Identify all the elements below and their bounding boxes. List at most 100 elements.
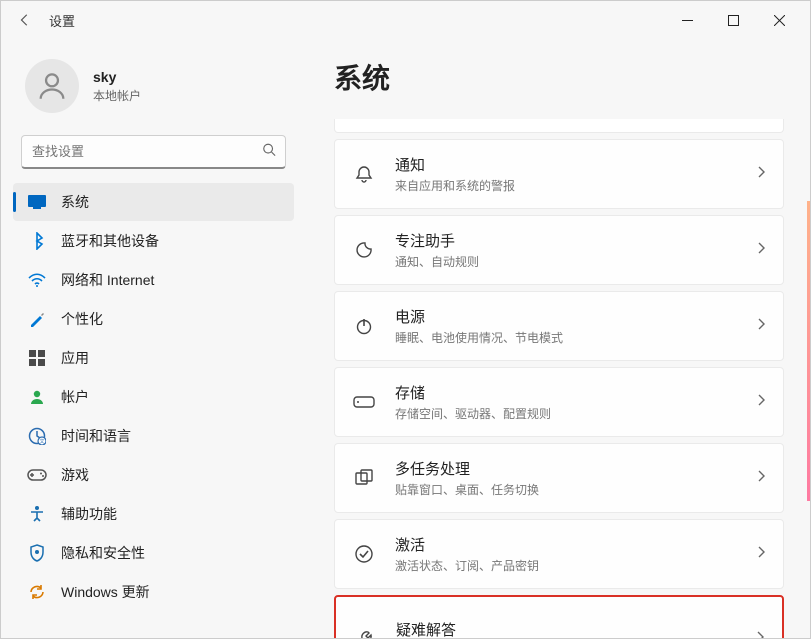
sidebar-item-label: 应用 [61,348,89,368]
gaming-icon [27,465,47,485]
card-title: 电源 [395,306,757,327]
chevron-right-icon [757,241,765,259]
card-title: 存储 [395,382,757,403]
sidebar-item-gaming[interactable]: 游戏 [13,456,294,494]
sidebar-item-label: 时间和语言 [61,426,131,446]
privacy-icon [27,543,47,563]
minimize-icon [682,15,693,26]
card-text: 电源睡眠、电池使用情况、节电模式 [395,306,757,346]
card-subtitle: 存储空间、驱动器、配置规则 [395,405,757,422]
user-text: sky 本地帐户 [93,69,141,104]
bluetooth-icon [27,231,47,251]
content-area: sky 本地帐户 系统蓝牙和其他设备网络和 Internet 个性化应用帐户文 时间… [1,39,810,638]
personalization-icon [27,309,47,329]
card-title: 多任务处理 [395,458,757,479]
settings-card-focus[interactable]: 专注助手通知、自动规则 [334,215,784,285]
card-text: 疑难解答建议的疑难解答、首选项和历史记录 [396,619,756,638]
sidebar-item-system[interactable]: 系统 [13,183,294,221]
window-controls [664,4,802,36]
user-name: sky [93,69,141,85]
settings-card-storage[interactable]: 存储存储空间、驱动器、配置规则 [334,367,784,437]
sidebar-item-label: 辅助功能 [61,504,117,524]
update-icon [27,582,47,602]
maximize-button[interactable] [710,4,756,36]
card-title: 疑难解答 [396,619,756,638]
sidebar-item-apps[interactable]: 应用 [13,339,294,377]
main-panel: 系统 通知来自应用和系统的警报专注助手通知、自动规则电源睡眠、电池使用情况、节电… [306,39,810,638]
time-icon: 文 [27,426,47,446]
search-wrap [21,135,286,169]
card-subtitle: 激活状态、订阅、产品密钥 [395,557,757,574]
nav-list: 系统蓝牙和其他设备网络和 Internet 个性化应用帐户文 时间和语言游戏辅助功能… [1,183,306,611]
card-text: 专注助手通知、自动规则 [395,230,757,270]
avatar [25,59,79,113]
settings-card-power[interactable]: 电源睡眠、电池使用情况、节电模式 [334,291,784,361]
user-sub: 本地帐户 [93,87,141,104]
settings-window: 设置 sky 本地帐户 [0,0,811,639]
sidebar-item-bluetooth[interactable]: 蓝牙和其他设备 [13,222,294,260]
sidebar-item-label: 蓝牙和其他设备 [61,231,159,251]
accessibility-icon [27,504,47,524]
sidebar-item-network[interactable]: 网络和 Internet [13,261,294,299]
sidebar-item-label: 网络和 Internet [61,270,154,290]
card-text: 激活激活状态、订阅、产品密钥 [395,534,757,574]
settings-card-troubleshoot[interactable]: 疑难解答建议的疑难解答、首选项和历史记录 [334,595,784,638]
power-icon [353,315,375,337]
chevron-right-icon [757,393,765,411]
sidebar-item-accounts[interactable]: 帐户 [13,378,294,416]
titlebar: 设置 [1,1,810,39]
search-icon [262,143,276,162]
card-title: 激活 [395,534,757,555]
sidebar-item-personalization[interactable]: 个性化 [13,300,294,338]
edge-accent [807,201,810,501]
sidebar-item-label: 帐户 [61,387,89,407]
card-title: 通知 [395,154,757,175]
sidebar-item-label: 隐私和安全性 [61,543,145,563]
apps-icon [27,348,47,368]
minimize-button[interactable] [664,4,710,36]
sidebar-item-accessibility[interactable]: 辅助功能 [13,495,294,533]
card-title: 专注助手 [395,230,757,251]
search-input[interactable] [21,135,286,169]
settings-card-activation[interactable]: 激活激活状态、订阅、产品密钥 [334,519,784,589]
app-title: 设置 [49,11,75,30]
notifications-icon [353,163,375,185]
chevron-right-icon [756,630,764,638]
chevron-right-icon [757,317,765,335]
sidebar-item-update[interactable]: Windows 更新 [13,573,294,611]
focus-icon [353,239,375,261]
card-text: 通知来自应用和系统的警报 [395,154,757,194]
settings-card-notifications[interactable]: 通知来自应用和系统的警报 [334,139,784,209]
close-button[interactable] [756,4,802,36]
back-button[interactable] [9,4,41,36]
sidebar-item-privacy[interactable]: 隐私和安全性 [13,534,294,572]
sidebar: sky 本地帐户 系统蓝牙和其他设备网络和 Internet 个性化应用帐户文 时间… [1,39,306,638]
card-text: 多任务处理贴靠窗口、桌面、任务切换 [395,458,757,498]
system-icon [27,192,47,212]
card-text: 存储存储空间、驱动器、配置规则 [395,382,757,422]
chevron-right-icon [757,469,765,487]
sidebar-item-time[interactable]: 文 时间和语言 [13,417,294,455]
storage-icon [353,391,375,413]
svg-text:文: 文 [39,438,44,445]
partial-card-top[interactable] [334,119,784,133]
card-subtitle: 贴靠窗口、桌面、任务切换 [395,481,757,498]
card-subtitle: 通知、自动规则 [395,253,757,270]
sidebar-item-label: 游戏 [61,465,89,485]
sidebar-item-label: 个性化 [61,309,103,329]
troubleshoot-icon [354,628,376,638]
chevron-right-icon [757,165,765,183]
card-subtitle: 睡眠、电池使用情况、节电模式 [395,329,757,346]
card-subtitle: 来自应用和系统的警报 [395,177,757,194]
close-icon [774,15,785,26]
activation-icon [353,543,375,565]
multitask-icon [353,467,375,489]
user-icon [35,69,69,103]
user-block[interactable]: sky 本地帐户 [1,47,306,131]
accounts-icon [27,387,47,407]
back-arrow-icon [18,13,32,27]
network-icon [27,270,47,290]
maximize-icon [728,15,739,26]
settings-card-multitask[interactable]: 多任务处理贴靠窗口、桌面、任务切换 [334,443,784,513]
sidebar-item-label: Windows 更新 [61,582,150,602]
